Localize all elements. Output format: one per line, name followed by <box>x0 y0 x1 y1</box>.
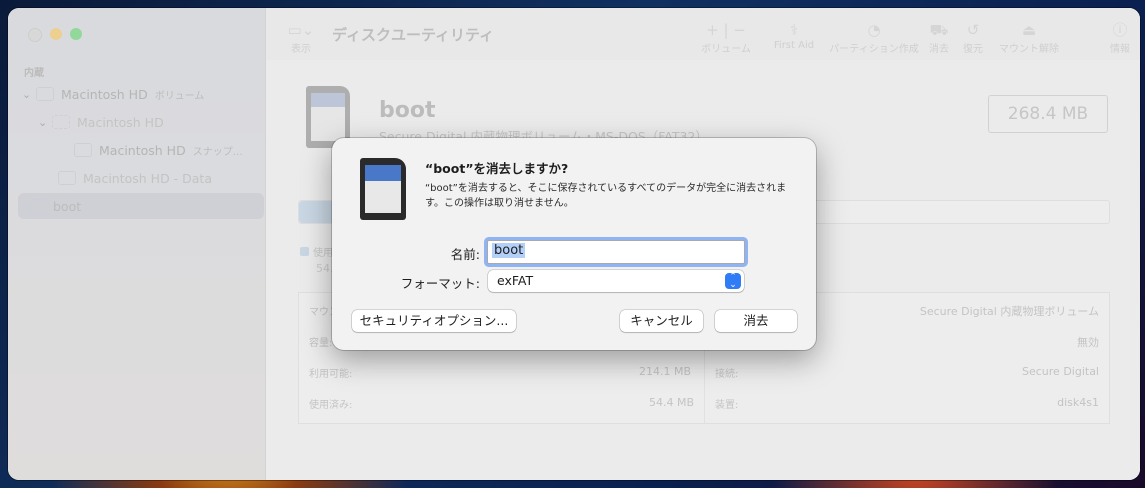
volume-label: ボリューム <box>701 44 751 55</box>
format-select[interactable]: exFAT ⌃ ⌄ <box>488 270 744 292</box>
unmount-label: マウント解除 <box>999 44 1059 55</box>
sidebar-item-sub: スナップ… <box>192 146 243 158</box>
view-button[interactable]: ▭⌄ 表示 <box>286 20 316 55</box>
format-label: フォーマット: <box>400 276 480 291</box>
partition-label: パーティション作成 <box>829 44 919 55</box>
zoom-button[interactable] <box>70 28 82 40</box>
toolbar: ▭⌄ 表示 ディスクユーティリティ + | − ボリューム ⚕ First Ai… <box>266 8 1140 61</box>
erase-button-toolbar[interactable]: ⛟ 消去 <box>926 20 952 55</box>
eraser-icon: ⛟ <box>929 21 949 39</box>
info-available-value: 214.1 MB <box>639 365 692 378</box>
sidebar-item-macintosh-hd-snapshot[interactable]: Macintosh HD スナップ… <box>74 137 243 163</box>
restore-label: 復元 <box>963 44 983 55</box>
info-used-label: 使用済み: <box>309 400 353 411</box>
volume-name: boot <box>379 98 436 123</box>
sidebar-item-macintosh-hd-volume[interactable]: ⌄ Macintosh HD ボリューム <box>22 81 204 107</box>
info-label: 情報 <box>1110 44 1130 55</box>
name-label: 名前: <box>450 247 480 262</box>
used-legend-label: 使用 <box>313 248 333 259</box>
volume-icon <box>52 115 70 129</box>
dialog-message: “boot”を消去すると、そこに保存されているすべてのデータが完全に消去されます… <box>425 183 787 209</box>
used-color-swatch <box>300 247 309 256</box>
disk-icon <box>28 199 46 213</box>
pie-chart-icon: ◔ <box>867 21 881 39</box>
info-owners-value: 無効 <box>1077 336 1099 349</box>
info-button[interactable]: ⓘ 情報 <box>1106 20 1134 55</box>
minimize-button[interactable] <box>50 28 62 40</box>
sidebar-item-label: Macintosh HD <box>77 114 164 130</box>
sidebar-item-label: Macintosh HD - Data <box>83 170 212 186</box>
sidebar-item-boot[interactable]: boot <box>18 193 264 219</box>
chevron-down-icon[interactable]: ⌄ <box>22 88 36 101</box>
cancel-button[interactable]: キャンセル <box>620 310 703 332</box>
volume-button[interactable]: + | − ボリューム <box>696 20 756 55</box>
first-aid-button[interactable]: ⚕ First Aid <box>766 20 822 51</box>
stethoscope-icon: ⚕ <box>789 21 799 39</box>
info-connection-value: Secure Digital <box>1022 365 1099 378</box>
chevron-down-icon[interactable]: ⌄ <box>38 116 52 129</box>
sidebar-item-macintosh-hd[interactable]: ⌄ Macintosh HD <box>38 109 164 135</box>
used-legend: 使用 <box>300 244 333 259</box>
unmount-button[interactable]: ⏏ マウント解除 <box>994 20 1064 55</box>
sd-card-icon <box>360 158 406 220</box>
info-capacity-label: 容量: <box>309 338 333 349</box>
sidebar-item-label: boot <box>53 198 82 214</box>
format-select-value: exFAT <box>497 273 534 288</box>
sidebar-section-internal: 内蔵 <box>24 68 44 79</box>
updown-chevron-icon: ⌃ ⌄ <box>725 273 741 290</box>
partition-button[interactable]: ◔ パーティション作成 <box>826 20 922 55</box>
volume-size-badge: 268.4 MB <box>988 95 1108 133</box>
view-label: 表示 <box>291 44 311 55</box>
info-icon: ⓘ <box>1112 21 1128 39</box>
restore-button[interactable]: ↺ 復元 <box>960 20 986 55</box>
info-type-value: Secure Digital 内蔵物理ボリューム <box>919 305 1099 318</box>
dialog-title: “boot”を消去しますか? <box>425 161 569 176</box>
first-aid-label: First Aid <box>773 40 815 51</box>
disk-icon <box>74 143 92 157</box>
window-controls <box>28 28 82 42</box>
disk-icon <box>58 171 76 185</box>
info-used-value: 54.4 MB <box>649 396 695 409</box>
disk-stack-icon <box>36 87 54 101</box>
info-device-value: disk4s1 <box>1057 396 1099 409</box>
sidebar-item-sub: ボリューム <box>154 90 205 102</box>
used-size-short: 54. <box>316 262 334 275</box>
info-connection-label: 接続: <box>715 369 739 380</box>
sidebar-item-macintosh-hd-data[interactable]: Macintosh HD - Data <box>58 165 212 191</box>
name-field[interactable]: boot <box>487 240 745 264</box>
window-title: ディスクユーティリティ <box>332 26 495 44</box>
erase-dialog: “boot”を消去しますか? “boot”を消去すると、そこに保存されているすべ… <box>332 138 816 350</box>
eject-icon: ⏏ <box>1021 21 1037 39</box>
restore-icon: ↺ <box>966 21 980 39</box>
sidebar-toggle-icon: ▭⌄ <box>287 21 315 39</box>
erase-button[interactable]: 消去 <box>715 310 797 332</box>
close-button[interactable] <box>28 28 42 42</box>
plus-minus-icon: + | − <box>706 21 746 39</box>
name-field-value[interactable]: boot <box>492 243 526 258</box>
sidebar-item-label: Macintosh HD <box>99 142 186 158</box>
security-options-button[interactable]: セキュリティオプション... <box>352 310 516 332</box>
info-available-label: 利用可能: <box>309 369 353 380</box>
info-device-label: 装置: <box>715 400 739 411</box>
erase-label: 消去 <box>929 44 949 55</box>
sidebar: 内蔵 ⌄ Macintosh HD ボリューム ⌄ Macintosh HD M… <box>8 8 266 480</box>
sidebar-item-label: Macintosh HD <box>61 86 148 102</box>
